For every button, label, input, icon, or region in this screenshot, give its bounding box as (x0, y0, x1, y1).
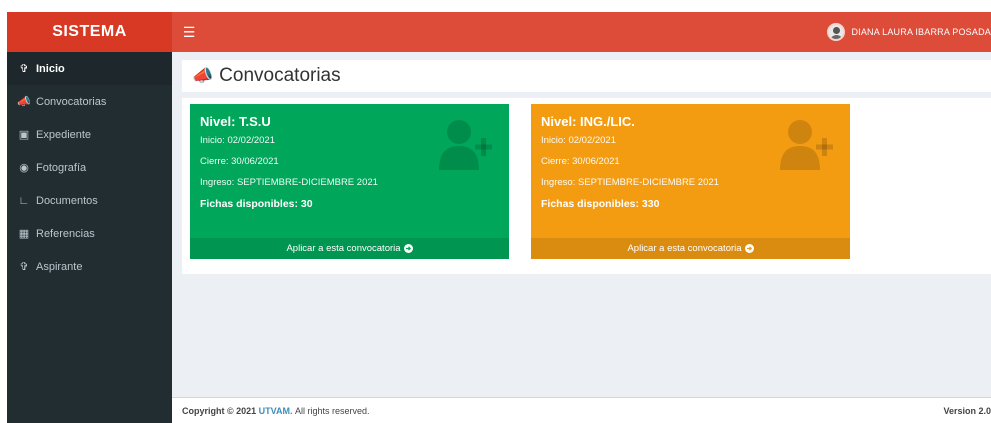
page-title: Convocatorias (219, 65, 341, 86)
top-navbar: ☰ DIANA LAURA IBARRA POSADA (172, 12, 991, 52)
rights-text: All rights reserved. (295, 405, 370, 416)
apply-button-ing-lic[interactable]: Aplicar a esta convocatoria (531, 238, 850, 259)
avatar (827, 23, 846, 41)
card-ingreso: Ingreso: SEPTIEMBRE-DICIEMBRE 2021 (541, 177, 719, 188)
card-fichas: Fichas disponibles: 330 (541, 198, 660, 210)
add-user-icon (780, 120, 833, 170)
sidebar-item-fotografia[interactable]: ◉ Fotografía (7, 151, 172, 184)
sidebar-item-expediente[interactable]: ▣ Expediente (7, 118, 172, 151)
card-ingreso: Ingreso: SEPTIEMBRE-DICIEMBRE 2021 (200, 177, 378, 188)
org-link[interactable]: UTVAM. (259, 406, 293, 416)
apply-button-label: Aplicar a esta convocatoria (627, 243, 742, 254)
sidebar: ✞ Inicio 📣 Convocatorias ▣ Expediente ◉ … (7, 52, 172, 423)
sidebar-item-label: Expediente (36, 128, 92, 141)
copyright-text: Copyright © 2021 (182, 405, 257, 416)
app-frame: SISTEMA ☰ DIANA LAURA IBARRA POSADA ✞ In… (7, 12, 991, 423)
grid-icon: ▦ (18, 228, 30, 240)
page-footer: Copyright © 2021 UTVAM. All rights reser… (172, 397, 991, 423)
user-name: DIANA LAURA IBARRA POSADA (851, 27, 991, 37)
app-logo[interactable]: SISTEMA (7, 12, 172, 52)
convocatoria-card-tsu: Nivel: T.S.U Inicio: 02/02/2021 Cierre: … (190, 104, 509, 259)
main-content: 📣 Convocatorias Nivel: T.S.U Inicio: 02/… (172, 52, 991, 423)
apply-button-label: Aplicar a esta convocatoria (286, 243, 401, 254)
sidebar-item-aspirante[interactable]: ✞ Aspirante (7, 250, 172, 283)
version-label: Version 2.0 (943, 405, 991, 416)
sidebar-item-label: Fotografía (36, 161, 87, 174)
drive-icon: ▣ (18, 129, 30, 141)
sidebar-item-label: Documentos (36, 194, 98, 207)
sidebar-item-documentos[interactable]: ∟ Documentos (7, 184, 172, 217)
pin-icon: ✞ (19, 261, 29, 273)
arrow-circle-right-icon (403, 244, 413, 253)
megaphone-icon: 📣 (17, 96, 31, 108)
sidebar-item-label: Convocatorias (36, 95, 107, 108)
camera-icon: ◉ (19, 162, 29, 174)
add-user-icon (439, 120, 492, 170)
convocatorias-box: Nivel: T.S.U Inicio: 02/02/2021 Cierre: … (182, 98, 991, 274)
megaphone-icon: 📣 (192, 66, 214, 85)
sidebar-item-convocatorias[interactable]: 📣 Convocatorias (7, 85, 172, 118)
user-menu[interactable]: DIANA LAURA IBARRA POSADA (827, 12, 991, 52)
card-fichas: Fichas disponibles: 30 (200, 198, 313, 210)
convocatoria-card-ing-lic: Nivel: ING./LIC. Inicio: 02/02/2021 Cier… (531, 104, 850, 259)
sidebar-item-referencias[interactable]: ▦ Referencias (7, 217, 172, 250)
apply-button-tsu[interactable]: Aplicar a esta convocatoria (190, 238, 509, 259)
sidebar-item-label: Aspirante (36, 260, 83, 273)
hamburger-icon[interactable]: ☰ (180, 22, 198, 42)
sidebar-item-inicio[interactable]: ✞ Inicio (7, 52, 172, 85)
pin-icon: ✞ (19, 63, 29, 75)
sidebar-item-label: Referencias (36, 227, 95, 240)
page-header: 📣 Convocatorias (182, 60, 991, 92)
sidebar-item-label: Inicio (36, 62, 65, 75)
arrow-circle-right-icon (744, 244, 754, 253)
area-chart-icon: ∟ (18, 194, 30, 207)
